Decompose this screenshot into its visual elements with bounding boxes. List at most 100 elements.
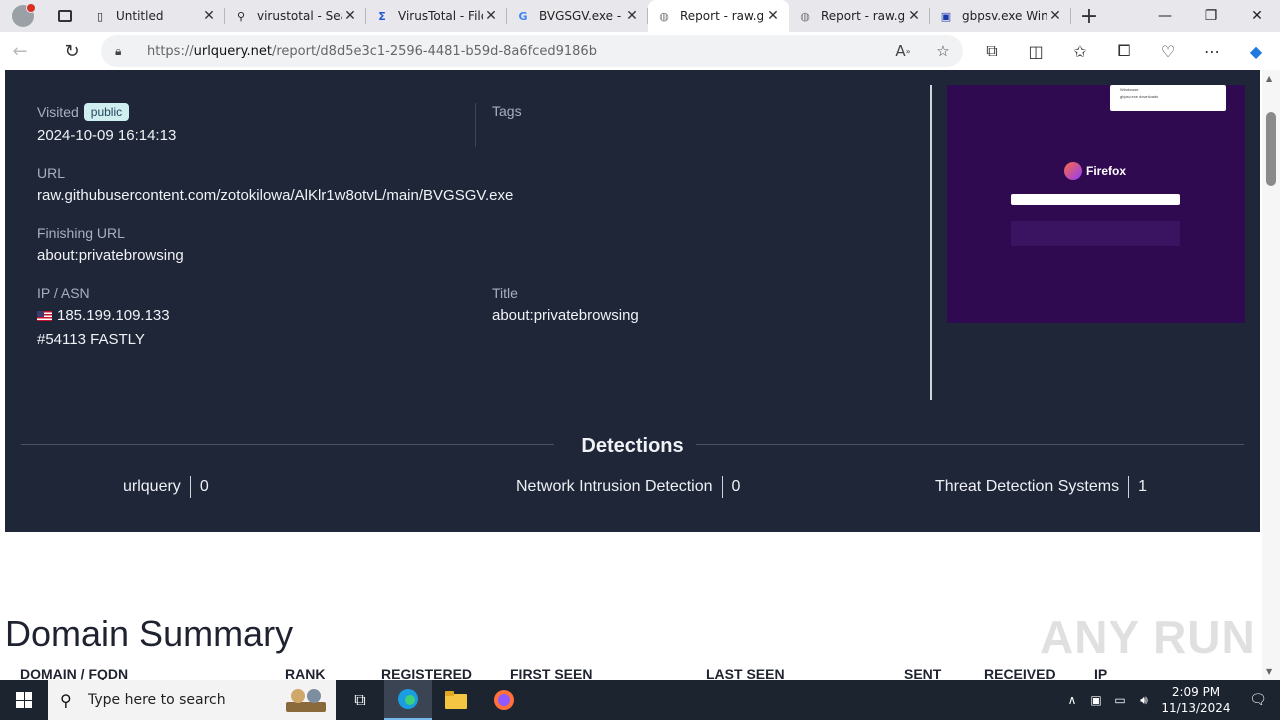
firefox-logo: Firefox [1064,162,1126,180]
column-header: FIRST SEEN [510,666,593,680]
url-host: urlquery.net [193,43,272,59]
copilot-icon[interactable]: ◆ [1234,32,1278,70]
tab-google[interactable]: G BVGSGV.exe - Google ✕ [507,0,648,32]
refresh-button[interactable]: ↻ [52,32,92,70]
divider [930,85,932,400]
tab-gbpsv[interactable]: ▣ gbpsv.exe Windows ✕ [930,0,1071,32]
close-tab-icon[interactable]: ✕ [906,8,922,24]
page-icon: ▯ [96,9,104,23]
title-value: about:privatebrowsing [492,307,639,324]
column-header: RECEIVED [984,666,1056,680]
clock-date: 11/13/2024 [1161,701,1231,715]
taskbar-search-box[interactable]: ⚲ Type here to search [48,680,336,720]
avatar [12,3,36,27]
column-header: SENT [904,666,942,680]
screenshot-private-note [1011,221,1180,246]
close-tab-icon[interactable]: ✕ [765,8,781,24]
divider [475,103,476,147]
volume-icon[interactable]: 🔊︎ [1132,693,1156,708]
tab-actions-button[interactable] [46,0,84,32]
detection-urlquery: urlquery 0 [123,476,209,498]
page-viewport: Visited public 2024-10-09 16:14:13 Tags U… [0,70,1262,680]
search-icon: ⚲ [236,9,246,23]
edge-icon [398,689,418,709]
close-tab-icon[interactable]: ✕ [342,8,358,24]
favorites-icon[interactable]: ✩ [1058,32,1102,70]
back-button[interactable]: ← [0,32,40,70]
close-tab-icon[interactable]: ✕ [201,8,217,24]
title-label: Title [492,285,518,301]
scroll-up-icon[interactable]: ▲ [1266,74,1272,83]
close-tab-icon[interactable]: ✕ [624,8,640,24]
split-screen-icon[interactable]: ◫ [1014,32,1058,70]
device-icon[interactable]: ▣ [1084,693,1108,707]
minimize-button[interactable]: — [1142,0,1188,32]
site-icon: ▣ [940,9,952,23]
edge-taskbar-icon[interactable] [384,680,432,720]
browser-toolbar: ⧉ ◫ ✩ ⧠ ♡ ⋯ ◆ [970,32,1278,70]
notification-icon[interactable]: 🗨︎ [1236,692,1280,708]
download-popup: Windowse gbpsv.exe downloads [1110,85,1226,111]
new-tab-button[interactable]: + [1071,0,1107,32]
detection-threat-systems: Threat Detection Systems 1 [935,476,1147,498]
scroll-down-icon[interactable]: ▼ [1266,667,1272,676]
tab-untitled[interactable]: ▯ Untitled ✕ [84,0,225,32]
task-view-button[interactable]: ⧉ [336,680,384,720]
favorite-star-icon[interactable]: ☆ [923,35,963,67]
page-screenshot[interactable]: Windowse gbpsv.exe downloads Firefox [947,85,1245,323]
close-tab-icon[interactable]: ✕ [483,8,499,24]
tab-virustotal-file[interactable]: Σ VirusTotal - File ✕ [366,0,507,32]
profile-button[interactable] [0,0,46,32]
url-value: raw.githubusercontent.com/zotokilowa/AlK… [37,187,514,204]
extensions-icon[interactable]: ⧉ [970,32,1014,70]
visited-date: 2024-10-09 16:14:13 [37,127,177,144]
tab-report[interactable]: ◍ Report - raw.githubusercontent.com ✕ [789,0,930,32]
address-bar[interactable]: 🔒︎ https://urlquery.net/report/d8d5e3c1-… [101,35,963,67]
firefox-icon [494,690,514,710]
tab-strip: ▯ Untitled ✕ ⚲ virustotal - Search ✕ Σ V… [0,0,1280,32]
detections-heading: Detections [5,435,1260,458]
navigation-bar: ← ↻ 🔒︎ https://urlquery.net/report/d8d5e… [0,32,1280,70]
domain-summary-heading: Domain Summary [5,613,294,654]
browser-essentials-icon[interactable]: ♡ [1146,32,1190,70]
detection-network-intrusion: Network Intrusion Detection 0 [516,476,740,498]
more-menu-icon[interactable]: ⋯ [1190,32,1234,70]
tab-title: Report - raw.githubusercontent.com [680,9,765,23]
search-placeholder: Type here to search [88,692,226,708]
collections-icon[interactable]: ⧠ [1102,32,1146,70]
asn-value: #54113 FASTLY [37,331,145,348]
windows-logo-icon [16,692,32,708]
tab-title: Untitled [116,9,164,23]
screenshot-search-box [1011,194,1180,205]
firefox-taskbar-icon[interactable] [480,680,528,720]
column-header: LAST SEEN [706,666,785,680]
page-scrollbar[interactable]: ▲ ▼ [1262,70,1280,680]
virustotal-icon: Σ [378,9,386,23]
system-tray: ∧ ▣ ▭ 🔊︎ 2:09 PM 11/13/2024 🗨︎ [1060,680,1280,720]
tab-report-active[interactable]: ◍ Report - raw.githubusercontent.com ✕ [648,0,789,32]
start-button[interactable] [0,680,48,720]
us-flag-icon [37,311,52,321]
urlquery-icon: ◍ [800,9,810,23]
chevron-up-icon[interactable]: ∧ [1060,693,1084,707]
clock[interactable]: 2:09 PM 11/13/2024 [1156,684,1236,716]
close-window-button[interactable]: ✕ [1234,0,1280,32]
finishing-url-label: Finishing URL [37,225,125,241]
tab-virustotal-search[interactable]: ⚲ virustotal - Search ✕ [225,0,366,32]
ip-value: 185.199.109.133 [37,307,170,324]
read-aloud-icon[interactable]: A» [883,35,923,67]
url-scheme: https:// [147,43,194,59]
column-header: REGISTERED [381,666,473,680]
network-icon[interactable]: ▭ [1108,693,1132,707]
urlquery-icon: ◍ [659,9,669,23]
restore-button[interactable]: ❐ [1188,0,1234,32]
folder-icon [445,691,467,709]
windows-taskbar: ⚲ Type here to search ⧉ ∧ ▣ ▭ 🔊︎ 2:09 PM… [0,680,1280,720]
file-explorer-taskbar-icon[interactable] [432,680,480,720]
scroll-thumb[interactable] [1266,112,1276,186]
column-header: DOMAIN / FQDN [20,666,129,680]
lock-icon[interactable]: 🔒︎ [115,44,133,59]
tab-title: Report - raw.githubusercontent.com [821,9,906,23]
close-tab-icon[interactable]: ✕ [1047,8,1063,24]
tags-label: Tags [492,103,522,119]
